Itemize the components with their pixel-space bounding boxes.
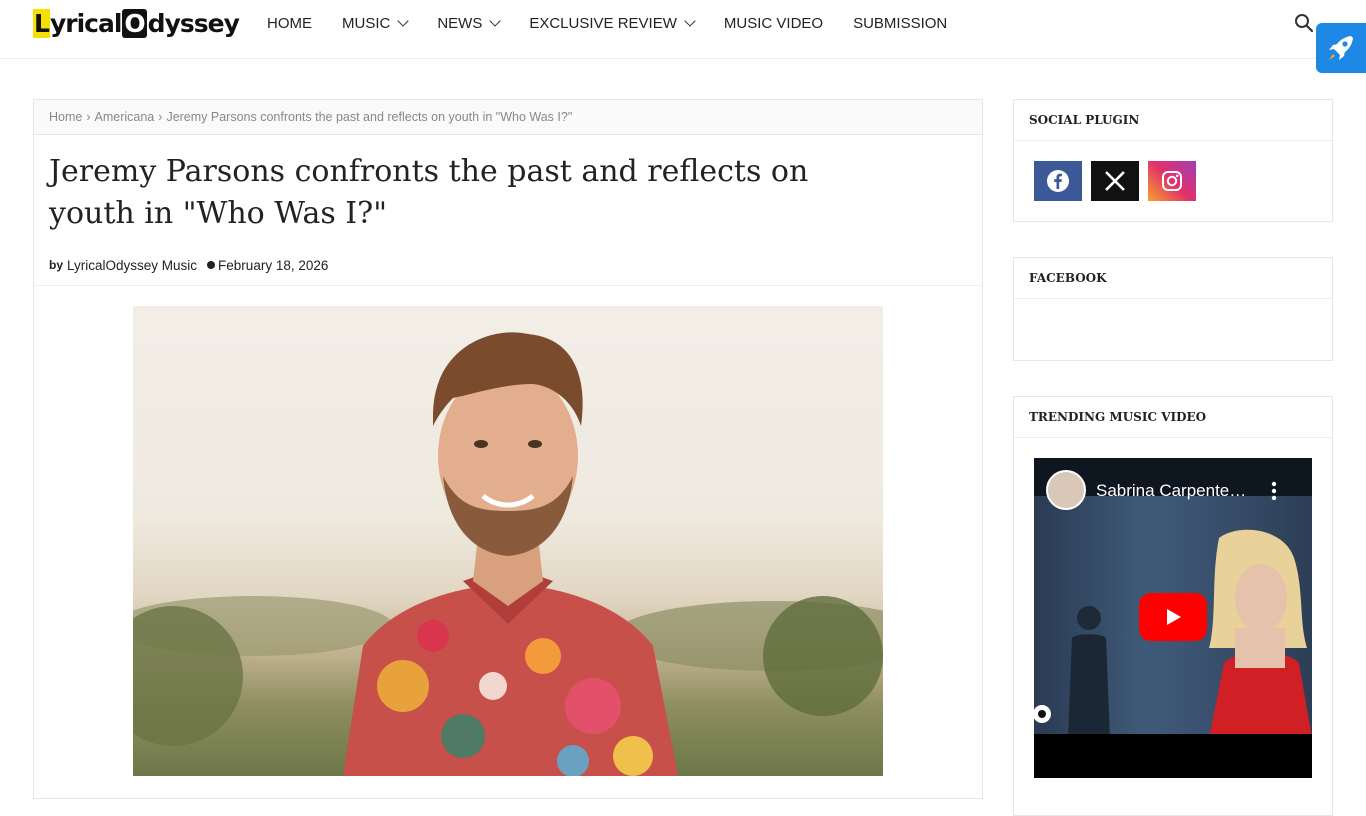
facebook-icon[interactable] [1034,161,1082,201]
breadcrumb: Home › Americana › Jeremy Parsons confro… [34,100,982,135]
breadcrumb-current: Jeremy Parsons confronts the past and re… [166,110,573,124]
logo-text-yrical: yrical [49,8,122,38]
play-icon [1167,609,1181,625]
x-icon[interactable] [1091,161,1139,201]
post-date: February 18, 2026 [218,257,329,273]
nav-item-news[interactable]: NEWS [437,14,502,32]
instagram-icon[interactable] [1148,161,1196,201]
main-nav: HOME MUSIC NEWS EXCLUSIVE REVIEW MUSIC V… [267,0,977,46]
nav-item-exclusive-review[interactable]: EXCLUSIVE REVIEW [529,14,696,32]
post-title: Jeremy Parsons confronts the past and re… [49,154,809,231]
divider [34,285,982,286]
chevron-down-icon [684,15,696,27]
chevron-down-icon [397,15,410,27]
widget-title: FACEBOOK [1014,258,1332,299]
breadcrumb-home[interactable]: Home [49,110,82,124]
trending-video-widget: TRENDING MUSIC VIDEO Sabrina Carpente… [1013,396,1333,816]
logo-text-dyssey: dyssey [147,8,240,38]
breadcrumb-separator: › [86,110,91,124]
post-meta: by LyricalOdyssey Music February 18, 202… [34,235,982,277]
logo-letter-o: O [122,8,147,38]
social-plugin-widget: SOCIAL PLUGIN [1013,99,1333,222]
nav-label: HOME [267,14,312,32]
video-embed[interactable]: Sabrina Carpente… [1034,458,1312,778]
meta-dot-icon [207,261,216,269]
more-vert-icon[interactable] [1269,480,1279,502]
search-icon[interactable] [1294,13,1314,33]
play-button[interactable] [1139,593,1207,641]
breadcrumb-category[interactable]: Americana [95,110,155,124]
nav-label: SUBMISSION [853,14,948,32]
post-hero-image [133,306,883,776]
logo-letter-l: L [33,8,50,38]
chevron-down-icon [489,15,502,27]
nav-label: MUSIC VIDEO [723,14,824,32]
nav-label: NEWS [437,14,483,32]
video-figure [1068,606,1110,738]
facebook-widget: FACEBOOK [1013,257,1333,361]
nav-label: MUSIC [342,14,391,32]
channel-avatar[interactable] [1046,470,1086,510]
site-logo[interactable]: Lyrical Odyssey [33,6,240,40]
site-header: Lyrical Odyssey HOME MUSIC NEWS EXCLUSIVE… [0,0,1366,59]
post-author[interactable]: LyricalOdyssey Music [67,258,197,273]
nav-item-home[interactable]: HOME [267,15,312,32]
rocket-icon[interactable] [1316,23,1366,73]
video-figure [1209,529,1312,738]
nav-item-music-video[interactable]: MUSIC VIDEO [724,15,823,32]
video-title[interactable]: Sabrina Carpente… [1096,481,1246,501]
widget-title: TRENDING MUSIC VIDEO [1014,397,1332,438]
nav-item-submission[interactable]: SUBMISSION [853,15,947,32]
social-icons-row [1014,141,1332,201]
post-card: Home › Americana › Jeremy Parsons confro… [33,99,983,799]
by-label: by [49,258,64,272]
widget-title: SOCIAL PLUGIN [1014,100,1332,141]
nav-item-music[interactable]: MUSIC [342,14,410,32]
nav-label: EXCLUSIVE REVIEW [529,14,677,32]
breadcrumb-separator: › [158,110,163,124]
video-bottom-bar [1034,734,1312,778]
